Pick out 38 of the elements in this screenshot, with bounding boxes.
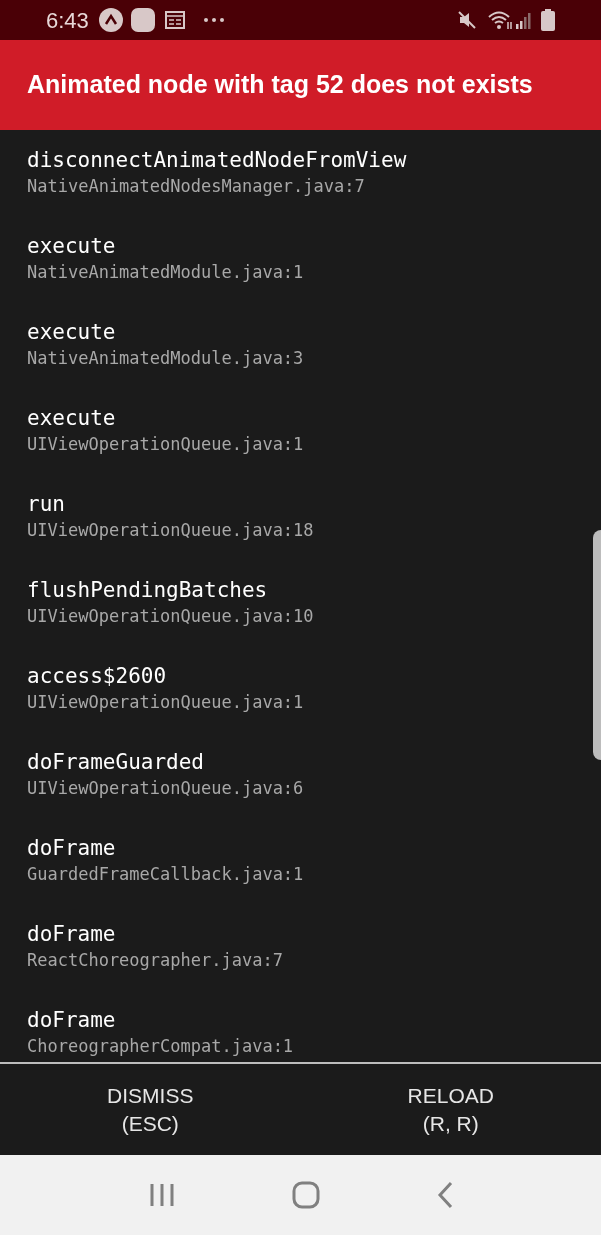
wifi-icon <box>487 10 513 30</box>
stack-frame-location: UIViewOperationQueue.java:1 <box>27 433 305 456</box>
stack-frame-method: flushPendingBatches <box>27 577 269 604</box>
signal-icon <box>515 10 533 30</box>
stack-frame-location: ReactChoreographer.java:7 <box>27 949 284 972</box>
app-icon <box>130 8 155 32</box>
stack-frame-method: execute <box>27 233 117 260</box>
stack-frame-location: UIViewOperationQueue.java:1 <box>27 691 305 714</box>
status-time: 6:43 <box>46 6 89 35</box>
stack-frame-method: doFrame <box>27 921 117 948</box>
stack-frame-location: NativeAnimatedModule.java:3 <box>27 347 305 370</box>
calendar-icon <box>164 11 185 29</box>
stack-frame-location: UIViewOperationQueue.java:6 <box>27 777 305 800</box>
stack-frame-method: disconnectAnimatedNodeFromView <box>27 147 408 174</box>
stack-frame-method: doFrame <box>27 1007 117 1034</box>
stack-frame-method: execute <box>27 405 117 432</box>
recent-apps-icon[interactable] <box>148 1183 175 1207</box>
stack-frame-method: doFrameGuarded <box>27 749 205 776</box>
mute-icon <box>457 10 477 30</box>
stack-frame-method: doFrame <box>27 835 117 862</box>
stack-frame-location: UIViewOperationQueue.java:18 <box>27 519 315 542</box>
stack-frame-location: UIViewOperationQueue.java:10 <box>27 605 315 628</box>
more-icon <box>202 17 225 23</box>
stack-frame-location: NativeAnimatedModule.java:1 <box>27 261 305 284</box>
back-icon[interactable] <box>436 1181 453 1209</box>
stack-frame-location: GuardedFrameCallback.java:1 <box>27 863 305 886</box>
stack-frame-location: NativeAnimatedNodesManager.java:7 <box>27 175 366 198</box>
stack-frame-method: run <box>27 491 66 518</box>
stack-frame-location: ChoreographerCompat.java:1 <box>27 1035 295 1058</box>
stack-frame-method: execute <box>27 319 117 346</box>
stack-frame-method: access$2600 <box>27 663 168 690</box>
footer-button[interactable]: DISMISS (ESC) <box>0 1064 301 1155</box>
error-title: Animated node with tag 52 does not exists <box>27 69 533 101</box>
home-icon[interactable] <box>291 1181 320 1209</box>
app-logo-icon <box>98 8 123 32</box>
footer-button[interactable]: RELOAD (R, R) <box>300 1064 601 1155</box>
edge-panel-handle[interactable] <box>593 530 601 760</box>
battery-icon <box>541 9 555 31</box>
